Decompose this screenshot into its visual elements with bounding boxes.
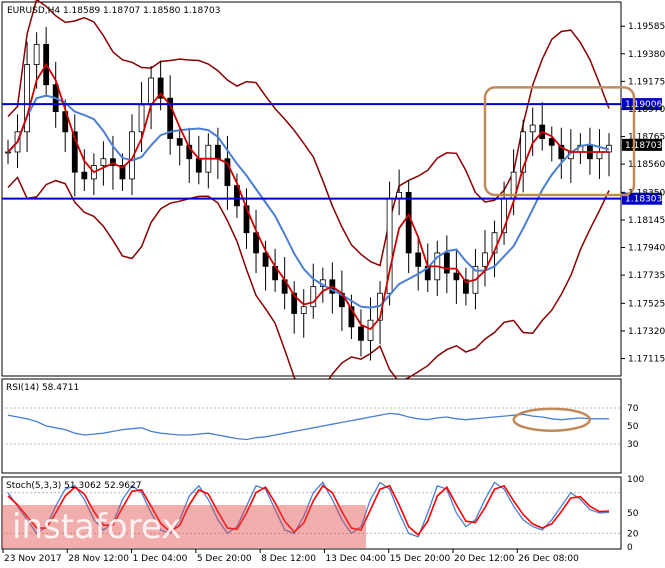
watermark-text: instaforex — [12, 507, 181, 547]
candle-body — [148, 77, 154, 106]
rsi-tick-label: 50 — [627, 422, 639, 432]
x-tick-label: 26 Dec 08:00 — [518, 554, 579, 564]
candle-body — [195, 158, 202, 173]
candle-body — [529, 124, 536, 133]
candle-body — [33, 43, 40, 65]
price-tick-label: 1.18560 — [628, 160, 665, 170]
candle-body — [5, 151, 11, 154]
candle-body — [300, 306, 307, 314]
price-tick-label: 1.18970 — [628, 105, 665, 115]
chart-root: 1.190061.183031.18703 EURUSD,H4 1.18589 … — [0, 0, 665, 568]
price-panel — [1, 1, 622, 377]
candle-body — [453, 272, 460, 281]
price-tick-label: 1.17940 — [628, 244, 665, 254]
price-tick-label: 1.17320 — [628, 327, 665, 337]
x-tick-label: 13 Dec 04:00 — [325, 554, 386, 564]
price-tick-label: 1.17115 — [628, 355, 665, 365]
stoch-header: Stoch(5,3,3) 51.3062 52.9627 — [6, 481, 141, 491]
candle-body — [443, 252, 450, 274]
x-tick-label: 23 Nov 2017 — [4, 554, 62, 564]
candle-body — [358, 326, 364, 341]
stoch-tick-label: 0 — [627, 543, 633, 553]
rsi-header: RSI(14) 58.4711 — [6, 383, 79, 393]
x-tick-label: 1 Dec 04:00 — [133, 554, 188, 564]
price-tick-label: 1.18350 — [628, 188, 665, 198]
stoch-tick-label: 100 — [627, 475, 644, 485]
candle-body — [482, 252, 488, 267]
rsi-tick-label: 70 — [627, 404, 639, 414]
price-tick-label: 1.19380 — [628, 50, 665, 60]
stoch-tick-label: 50 — [627, 509, 639, 519]
price-tick-label: 1.19175 — [628, 77, 665, 87]
candle-body — [138, 104, 145, 133]
candle-body — [415, 252, 422, 267]
candle-body — [81, 171, 88, 180]
candle-body — [405, 191, 412, 254]
candle-body — [100, 158, 107, 166]
watermark-logo: instaforex — [2, 505, 366, 548]
price-tick-label: 1.18765 — [628, 133, 665, 143]
price-tick-label: 1.19585 — [628, 22, 665, 32]
candle-body — [214, 144, 221, 160]
x-tick-label: 15 Dec 20:00 — [390, 554, 451, 564]
rsi-panel — [1, 378, 622, 474]
candle-body — [176, 138, 183, 146]
candle-body — [367, 319, 374, 341]
x-tick-label: 5 Dec 20:00 — [197, 554, 252, 564]
x-tick-label: 20 Dec 12:00 — [454, 554, 515, 564]
price-tick-label: 1.17525 — [628, 299, 665, 309]
x-tick-label: 8 Dec 12:00 — [261, 554, 316, 564]
price-tick-label: 1.18145 — [628, 216, 665, 226]
x-tick-label: 28 Nov 12:00 — [68, 554, 129, 564]
candle-body — [596, 151, 603, 160]
stoch-tick-label: 20 — [627, 529, 639, 539]
price-tick-label: 1.17735 — [628, 271, 665, 281]
rsi-tick-label: 30 — [627, 440, 639, 450]
candle-body — [310, 286, 317, 308]
price-header: EURUSD,H4 1.18589 1.18707 1.18580 1.1870… — [7, 6, 220, 16]
